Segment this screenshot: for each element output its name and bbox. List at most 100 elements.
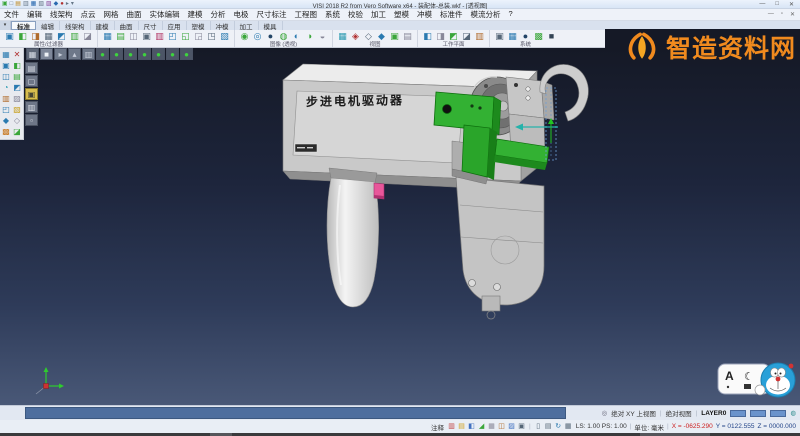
toolbar-icon[interactable]: ◆: [376, 31, 387, 42]
toolbar-icon[interactable]: ◨: [435, 31, 446, 42]
quick-access-icon[interactable]: □: [10, 1, 14, 8]
toolbar-icon[interactable]: ◳: [206, 31, 217, 42]
toolbar-icon[interactable]: ▣: [4, 31, 15, 42]
toolbar-icon[interactable]: ◧: [422, 31, 433, 42]
maximize-button[interactable]: □: [775, 1, 779, 8]
toolbar-icon[interactable]: ◨: [30, 31, 41, 42]
ribbon-tab[interactable]: 线架构: [60, 21, 91, 30]
snap-toggle-icon[interactable]: ▤: [457, 422, 466, 431]
ribbon-tab[interactable]: 加工: [235, 21, 259, 30]
ribbon-tab[interactable]: 塑模: [187, 21, 211, 30]
menu-item[interactable]: 塑模: [390, 9, 413, 20]
toolbar-icon[interactable]: ■: [546, 31, 557, 42]
globe-icon[interactable]: ◍: [790, 409, 796, 417]
snap-toggle-icon[interactable]: ▣: [517, 422, 526, 431]
ribbon-tab[interactable]: 建模: [91, 21, 115, 30]
ribbon-tab[interactable]: 尺寸: [139, 21, 163, 30]
snap-toggle-icon[interactable]: ▦: [487, 422, 496, 431]
tab-dropdown-button[interactable]: ▾: [0, 21, 11, 30]
search-icon[interactable]: ◎: [602, 409, 608, 417]
toolbar-icon[interactable]: ◧: [17, 31, 28, 42]
quick-access-icon[interactable]: ▤: [15, 1, 21, 8]
toolbar-icon[interactable]: ▣: [494, 31, 505, 42]
menu-item[interactable]: 编辑: [23, 9, 46, 20]
menu-item[interactable]: 分析: [207, 9, 230, 20]
toolbar-icon[interactable]: ◩: [448, 31, 459, 42]
toolbar-icon[interactable]: ◫: [128, 31, 139, 42]
menu-item[interactable]: 标准件: [436, 9, 467, 20]
toolbar-icon[interactable]: ◇: [363, 31, 374, 42]
toolbar-icon[interactable]: ▣: [141, 31, 152, 42]
quick-access-icon[interactable]: ▸: [66, 1, 69, 8]
toolbar-icon[interactable]: ▣: [389, 31, 400, 42]
status-tool-icon[interactable]: ▤: [544, 422, 553, 431]
menu-item[interactable]: 尺寸标注: [253, 9, 291, 20]
doc-minimize-button[interactable]: —: [768, 11, 774, 18]
view-reference-label[interactable]: 绝对视图: [666, 408, 692, 418]
ribbon-tab[interactable]: 标准: [11, 21, 36, 30]
menu-item[interactable]: 加工: [367, 9, 390, 20]
quick-access-icon[interactable]: ▨: [46, 1, 52, 8]
quick-access-icon[interactable]: ●: [60, 1, 64, 8]
status-tool-icon[interactable]: ▯: [534, 422, 543, 431]
menu-item[interactable]: 点云: [77, 9, 100, 20]
view-mode-label[interactable]: 绝对 XY 上视图: [611, 408, 656, 418]
toolbar-icon[interactable]: ▤: [115, 31, 126, 42]
toolbar-icon[interactable]: ◩: [56, 31, 67, 42]
toolbar-icon[interactable]: ◒: [317, 31, 328, 42]
quick-access-icon[interactable]: ▦: [31, 1, 37, 8]
toolbar-icon[interactable]: ◱: [180, 31, 191, 42]
layer-label[interactable]: LAYER0: [701, 410, 726, 417]
toolbar-icon[interactable]: ▦: [102, 31, 113, 42]
toolbar-icon[interactable]: ▦: [337, 31, 348, 42]
status-segment[interactable]: [770, 410, 786, 417]
toolbar-icon[interactable]: ▥: [154, 31, 165, 42]
status-tool-icon[interactable]: ▦: [564, 422, 573, 431]
quick-access-icon[interactable]: ▧: [38, 1, 44, 8]
menu-item[interactable]: 校验: [344, 9, 367, 20]
status-segment[interactable]: [750, 410, 766, 417]
menu-item[interactable]: 电极: [230, 9, 253, 20]
snap-toggle-icon[interactable]: ▨: [507, 422, 516, 431]
ribbon-tab[interactable]: 编辑: [36, 21, 60, 30]
ribbon-tab[interactable]: 曲面: [115, 21, 139, 30]
menu-item[interactable]: 曲面: [123, 9, 146, 20]
toolbar-icon[interactable]: ▦: [43, 31, 54, 42]
status-tool-icon[interactable]: ↻: [554, 422, 563, 431]
toolbar-icon[interactable]: ●: [520, 31, 531, 42]
menu-item[interactable]: 建模: [184, 9, 207, 20]
quick-access-icon[interactable]: ▾: [71, 1, 74, 8]
toolbar-icon[interactable]: ▧: [219, 31, 230, 42]
toolbar-icon[interactable]: ●: [265, 31, 276, 42]
ribbon-tab[interactable]: 模具: [259, 21, 283, 30]
toolbar-icon[interactable]: ▤: [402, 31, 413, 42]
toolbar-icon[interactable]: ◪: [461, 31, 472, 42]
ribbon-tab[interactable]: 应用: [163, 21, 187, 30]
toolbar-icon[interactable]: ◰: [167, 31, 178, 42]
prompt-bar[interactable]: [25, 407, 566, 419]
menu-item[interactable]: 实体编辑: [146, 9, 184, 20]
minimize-button[interactable]: —: [759, 1, 765, 8]
toolbar-icon[interactable]: ◐: [291, 31, 302, 42]
toolbar-icon[interactable]: ◪: [82, 31, 93, 42]
menu-item[interactable]: 线架构: [46, 9, 77, 20]
toolbar-icon[interactable]: ▥: [474, 31, 485, 42]
doc-restore-button[interactable]: ▫: [781, 11, 783, 18]
menu-item[interactable]: 文件: [0, 9, 23, 20]
toolbar-icon[interactable]: ◑: [304, 31, 315, 42]
menu-item[interactable]: 工程图: [291, 9, 322, 20]
quick-access-icon[interactable]: ▣: [2, 1, 8, 8]
menu-item[interactable]: ?: [505, 9, 517, 20]
toolbar-icon[interactable]: ◍: [278, 31, 289, 42]
snap-toggle-icon[interactable]: ▥: [447, 422, 456, 431]
toolbar-icon[interactable]: ▥: [69, 31, 80, 42]
toolbar-icon[interactable]: ◎: [252, 31, 263, 42]
quick-access-icon[interactable]: ◆: [54, 1, 59, 8]
menu-item[interactable]: 网格: [100, 9, 123, 20]
ribbon-tab[interactable]: 冲模: [211, 21, 235, 30]
snap-toggle-icon[interactable]: ◢: [477, 422, 486, 431]
close-button[interactable]: ✕: [789, 1, 794, 8]
quick-access-icon[interactable]: ▥: [23, 1, 29, 8]
toolbar-icon[interactable]: ◈: [350, 31, 361, 42]
toolbar-icon[interactable]: ◉: [239, 31, 250, 42]
